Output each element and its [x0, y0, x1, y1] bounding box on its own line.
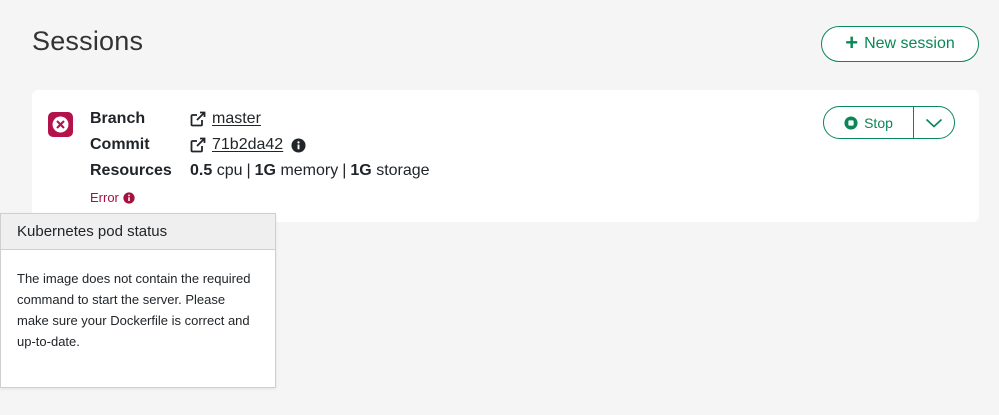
- branch-label: Branch: [90, 110, 146, 127]
- new-session-button[interactable]: + New session: [821, 26, 979, 62]
- stop-icon: [844, 115, 858, 130]
- external-link-icon: [190, 111, 206, 127]
- memory-unit: memory: [280, 162, 339, 179]
- resources-label: Resources: [90, 162, 172, 179]
- cpu-unit: cpu: [216, 162, 243, 179]
- separator: |: [342, 162, 347, 179]
- plus-icon: +: [845, 30, 859, 55]
- storage-unit: storage: [376, 162, 430, 179]
- x-circle-icon: [48, 112, 73, 137]
- session-card: Branch master Commit 71b2da42 Resources: [32, 90, 979, 222]
- page-title: Sessions: [32, 26, 144, 56]
- resources-row: Resources 0.5 cpu | 1G memory | 1G stora…: [90, 161, 430, 181]
- branch-row: Branch master: [90, 109, 261, 129]
- info-icon[interactable]: [123, 191, 135, 204]
- stop-button[interactable]: Stop: [824, 107, 914, 138]
- actions-dropdown-toggle[interactable]: [914, 107, 954, 138]
- stop-label: Stop: [864, 114, 893, 131]
- error-status[interactable]: Error: [90, 190, 135, 205]
- external-link-icon: [190, 137, 206, 153]
- session-actions: Stop: [823, 106, 955, 139]
- info-icon[interactable]: [291, 137, 306, 153]
- memory-value: 1G: [254, 162, 276, 179]
- storage-value: 1G: [350, 162, 372, 179]
- popover-body: The image does not contain the required …: [17, 271, 251, 349]
- pod-status-popover: Kubernetes pod status The image does not…: [0, 213, 276, 388]
- commit-label: Commit: [90, 136, 150, 153]
- commit-row: Commit 71b2da42: [90, 135, 306, 155]
- branch-link[interactable]: master: [212, 110, 261, 128]
- cpu-value: 0.5: [190, 162, 213, 179]
- error-label: Error: [90, 190, 119, 205]
- chevron-down-icon: [925, 118, 943, 128]
- separator: |: [246, 162, 251, 179]
- commit-link[interactable]: 71b2da42: [212, 136, 283, 154]
- new-session-label: New session: [864, 35, 955, 52]
- popover-title: Kubernetes pod status: [1, 214, 275, 250]
